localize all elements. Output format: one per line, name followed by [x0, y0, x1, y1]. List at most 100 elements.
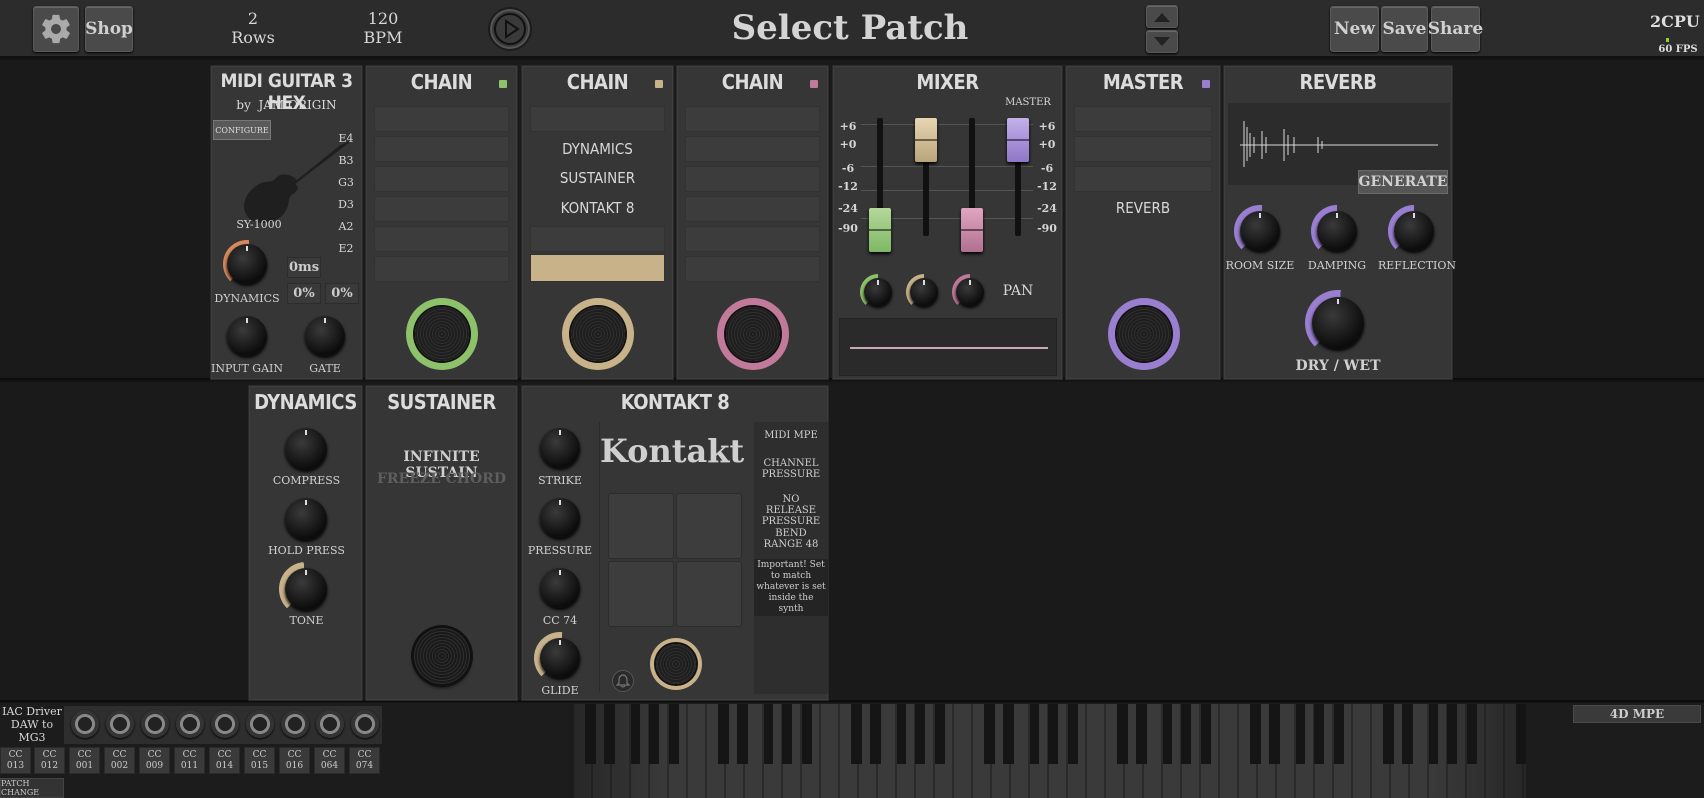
bend-range-setting[interactable]: BEND RANGE 48 [756, 528, 826, 550]
piano-keyboard[interactable] [574, 704, 1526, 798]
cc-knob[interactable] [141, 710, 169, 738]
percent-value-1[interactable]: 0% [287, 283, 321, 304]
damping-knob[interactable] [1317, 211, 1357, 251]
master-volume-knob[interactable] [1108, 298, 1180, 370]
cc-button[interactable]: CC 015 [244, 747, 275, 774]
cc-knob[interactable] [316, 710, 344, 738]
chain-slot[interactable] [374, 136, 509, 162]
input-gain-knob[interactable] [227, 316, 267, 356]
chain-volume-knob[interactable] [717, 298, 789, 370]
chain-volume-knob[interactable] [562, 298, 634, 370]
bpm-control[interactable]: 120 BPM [350, 9, 416, 47]
chain-slot[interactable] [685, 136, 820, 162]
pan-knob-2[interactable] [910, 278, 938, 306]
cc-button[interactable]: CC 011 [174, 747, 205, 774]
pressure-knob[interactable] [540, 498, 580, 538]
cc-button[interactable]: CC 014 [209, 747, 240, 774]
chain-slot[interactable] [685, 226, 820, 252]
cc-knob[interactable] [176, 710, 204, 738]
chain-slot[interactable] [374, 166, 509, 192]
chain-slot[interactable] [685, 196, 820, 222]
cc-knob[interactable] [281, 710, 309, 738]
tone-knob[interactable] [285, 568, 327, 610]
latency-value[interactable]: 0ms [287, 257, 321, 278]
room-size-knob[interactable] [1240, 211, 1280, 251]
gate-knob[interactable] [305, 316, 345, 356]
chain-color-dot [655, 80, 663, 88]
shop-button[interactable]: Shop [85, 6, 133, 52]
xy-pad-4[interactable] [676, 561, 742, 627]
glide-knob[interactable] [540, 638, 580, 678]
new-button[interactable]: New [1330, 6, 1379, 52]
dry-wet-knob[interactable] [1312, 297, 1364, 349]
cc-knob[interactable] [246, 710, 274, 738]
cc-button[interactable]: CC 009 [139, 747, 170, 774]
pan-knob-1[interactable] [864, 278, 892, 306]
chain-slot[interactable] [374, 256, 509, 282]
master-slot[interactable] [1074, 136, 1212, 162]
freeze-chord-toggle[interactable]: FREEZE CHORD [366, 471, 517, 487]
chain-slot[interactable] [374, 226, 509, 252]
fader-chain-2[interactable] [915, 118, 937, 162]
play-button[interactable] [488, 7, 532, 51]
cc-button[interactable]: CC 002 [104, 747, 135, 774]
hold-press-knob[interactable] [285, 498, 327, 540]
midi-driver-label[interactable]: IAC Driver DAW to MG3 [2, 705, 62, 744]
master-item-reverb[interactable]: REVERB [1066, 199, 1220, 217]
strike-knob[interactable] [540, 428, 580, 468]
channel-pressure-toggle[interactable]: CHANNEL PRESSURE [756, 458, 826, 480]
chain-item-kontakt[interactable]: KONTAKT 8 [522, 199, 673, 217]
cc74-knob[interactable] [540, 568, 580, 608]
cc-button[interactable]: CC 001 [69, 747, 100, 774]
patch-down-button[interactable] [1146, 30, 1178, 53]
chain-slot[interactable] [530, 106, 665, 132]
xy-pad-3[interactable] [608, 561, 674, 627]
chain-item-sustainer[interactable]: SUSTAINER [522, 169, 673, 187]
cc-button[interactable]: CC 016 [279, 747, 310, 774]
patch-change-button[interactable]: PATCH CHANGE [0, 778, 64, 798]
chain-volume-knob[interactable] [406, 298, 478, 370]
chain-slot[interactable] [374, 106, 509, 132]
db-tick: -6 [841, 162, 855, 175]
master-slot[interactable] [1074, 106, 1212, 132]
dynamics-knob[interactable] [227, 244, 267, 284]
bell-button[interactable] [612, 670, 634, 692]
chain-slot-selected[interactable] [530, 254, 665, 282]
generate-button[interactable]: GENERATE [1358, 170, 1448, 194]
cc-button[interactable]: CC 013 [0, 747, 31, 774]
cc-button[interactable]: CC 012 [34, 747, 65, 774]
cc-knob[interactable] [351, 710, 379, 738]
cc-knob[interactable] [106, 710, 134, 738]
cc-knob[interactable] [211, 710, 239, 738]
save-button[interactable]: Save [1381, 6, 1428, 52]
midi-mpe-toggle[interactable]: MIDI MPE [756, 430, 826, 441]
cc-button[interactable]: CC 064 [314, 747, 345, 774]
fader-master[interactable] [1007, 118, 1029, 162]
no-release-pressure-toggle[interactable]: NO RELEASE PRESSURE [756, 494, 826, 527]
kontakt-volume-knob[interactable] [650, 638, 702, 690]
pan-knob-3[interactable] [956, 278, 984, 306]
settings-button[interactable] [33, 6, 79, 52]
chain-slot[interactable] [685, 166, 820, 192]
fader-chain-1[interactable] [869, 208, 891, 252]
chain-slot[interactable] [685, 106, 820, 132]
patch-title[interactable]: Select Patch [600, 8, 1100, 48]
chain-slot[interactable] [685, 256, 820, 282]
patch-up-button[interactable] [1146, 5, 1178, 28]
percent-value-2[interactable]: 0% [325, 283, 359, 304]
rows-control[interactable]: 2 Rows [220, 9, 286, 47]
chain-slot[interactable] [374, 196, 509, 222]
fader-chain-3[interactable] [961, 208, 983, 252]
xy-pad-2[interactable] [676, 493, 742, 559]
share-button[interactable]: Share [1428, 6, 1483, 52]
mpe-mode-button[interactable]: 4D MPE [1573, 705, 1701, 723]
reflection-knob[interactable] [1394, 211, 1434, 251]
master-slot[interactable] [1074, 166, 1212, 192]
chain-slot[interactable] [530, 226, 665, 252]
compress-knob[interactable] [285, 428, 327, 470]
cc-button[interactable]: CC 074 [349, 747, 380, 774]
chain-item-dynamics[interactable]: DYNAMICS [522, 140, 673, 158]
xy-pad-1[interactable] [608, 493, 674, 559]
sustain-pedal-button[interactable] [414, 628, 470, 684]
cc-knob[interactable] [71, 710, 99, 738]
